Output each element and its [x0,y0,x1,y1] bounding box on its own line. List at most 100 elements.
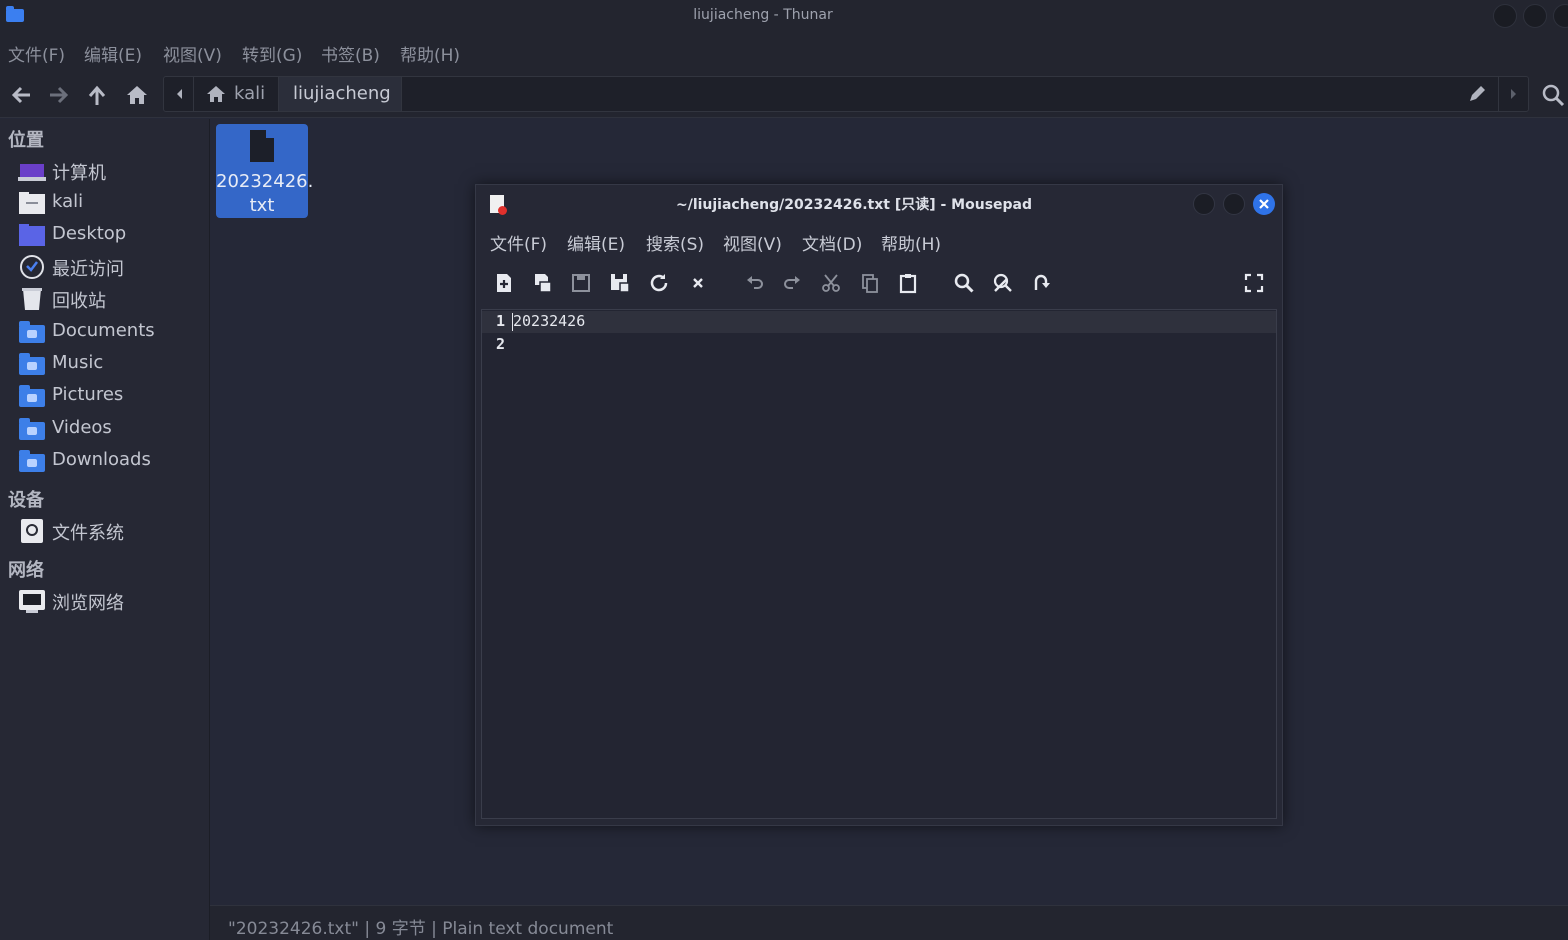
breadcrumb-liujiacheng[interactable]: liujiacheng [278,77,402,111]
redo-icon[interactable] [780,271,804,295]
file-name-ext: txt [249,195,275,216]
breadcrumb-label: kali [234,83,266,104]
status-bar: "20232426.txt" | 9 字节 | Plain text docum… [210,905,1568,940]
sidebar: 位置 计算机 kali Desktop 最近访问 回收站 Documents M… [0,119,210,940]
sidebar-item-videos[interactable]: Videos [0,414,209,444]
mp-menu-view[interactable]: 视图(V) [723,230,782,255]
mousepad-menubar: 文件(F) 编辑(E) 搜索(S) 视图(V) 文档(D) 帮助(H) [476,223,1282,259]
drive-icon [21,519,43,543]
thunar-toolbar: kali liujiacheng [0,72,1568,118]
undo-icon[interactable] [743,271,767,295]
mp-menu-search[interactable]: 搜索(S) [646,230,704,255]
save-icon[interactable] [569,271,593,295]
text-cursor [512,313,513,331]
menu-go[interactable]: 转到(G) [242,41,302,66]
window-title: liujiacheng - Thunar [693,7,833,23]
paste-icon[interactable] [896,271,920,295]
sidebar-item-browse-network[interactable]: 浏览网络 [0,586,209,616]
recent-icon [20,255,44,279]
save-as-icon[interactable] [608,271,632,295]
mousepad-maximize-button[interactable] [1223,193,1245,215]
minimize-button[interactable] [1493,4,1517,28]
sidebar-item-label: Documents [52,320,155,341]
sidebar-item-kali[interactable]: kali [0,188,209,218]
sidebar-item-computer[interactable]: 计算机 [0,156,209,186]
breadcrumb-kali[interactable]: kali [194,77,278,111]
sidebar-item-label: 计算机 [52,163,106,184]
thunar-menubar: 文件(F) 编辑(E) 视图(V) 转到(G) 书签(B) 帮助(H) [0,32,1568,72]
sidebar-item-documents[interactable]: Documents [0,317,209,347]
forward-arrow-icon[interactable] [46,82,72,108]
mp-menu-help[interactable]: 帮助(H) [881,230,941,255]
sidebar-item-pictures[interactable]: Pictures [0,381,209,411]
text-editor[interactable]: 1 20232426 2 [481,309,1277,819]
sidebar-item-music[interactable]: Music [0,349,209,379]
location-bar: kali liujiacheng [163,76,1529,112]
breadcrumb-label: liujiacheng [293,83,391,104]
line-number: 1 [496,312,506,330]
menu-file[interactable]: 文件(F) [8,41,65,66]
go-to-line-icon[interactable] [1029,271,1053,295]
menu-bookmarks[interactable]: 书签(B) [321,41,380,66]
sidebar-item-downloads[interactable]: Downloads [0,446,209,476]
fullscreen-icon[interactable] [1242,271,1266,295]
mousepad-titlebar: ~/liujiacheng/20232426.txt [只读] - Mousep… [476,185,1282,223]
status-text: "20232426.txt" | 9 字节 | Plain text docum… [228,919,614,939]
sidebar-header-network: 网络 [8,560,44,581]
sidebar-item-recent[interactable]: 最近访问 [0,252,209,282]
maximize-button[interactable] [1523,4,1547,28]
back-arrow-icon[interactable] [8,82,34,108]
pencil-icon[interactable] [1466,83,1488,105]
thunar-titlebar: liujiacheng - Thunar [0,0,1568,32]
mousepad-window: ~/liujiacheng/20232426.txt [只读] - Mousep… [475,184,1283,826]
sidebar-header-devices: 设备 [8,490,44,511]
sidebar-item-trash[interactable]: 回收站 [0,284,209,314]
sidebar-item-label: Music [52,352,104,373]
home-icon[interactable] [124,82,150,108]
line-text[interactable]: 20232426 [513,312,585,330]
close-button[interactable] [1553,4,1568,28]
close-icon [1259,199,1269,209]
trash-icon [22,288,42,310]
cut-icon[interactable] [819,271,843,295]
videos-folder-icon [18,416,46,442]
path-scroll-right[interactable] [1498,77,1528,111]
chevron-left-icon [177,89,182,99]
sidebar-item-label: 回收站 [52,291,106,312]
find-replace-icon[interactable] [991,271,1015,295]
sidebar-item-filesystem[interactable]: 文件系统 [0,516,209,546]
new-window-icon[interactable] [531,271,555,295]
close-document-icon[interactable] [686,271,710,295]
file-name: 20232426. [216,171,314,192]
path-scroll-left[interactable] [164,77,194,111]
network-icon [19,590,45,613]
sidebar-item-label: 最近访问 [52,259,124,280]
home-icon [207,86,225,102]
sidebar-item-label: Downloads [52,449,151,470]
menu-view[interactable]: 视图(V) [163,41,222,66]
sidebar-item-label: Pictures [52,384,124,405]
mp-menu-file[interactable]: 文件(F) [490,230,547,255]
sidebar-item-desktop[interactable]: Desktop [0,220,209,250]
mp-menu-edit[interactable]: 编辑(E) [567,230,625,255]
mp-menu-document[interactable]: 文档(D) [802,230,862,255]
copy-icon[interactable] [858,271,882,295]
up-arrow-icon[interactable] [84,82,110,108]
reload-icon[interactable] [647,271,671,295]
menu-help[interactable]: 帮助(H) [400,41,460,66]
find-icon[interactable] [952,271,976,295]
sidebar-item-label: 文件系统 [52,523,124,544]
mousepad-minimize-button[interactable] [1193,193,1215,215]
computer-icon [18,164,46,181]
sidebar-item-label: Videos [52,417,112,438]
search-icon[interactable] [1540,82,1566,108]
mousepad-toolbar [476,265,1282,301]
new-document-icon[interactable] [492,271,516,295]
menu-edit[interactable]: 编辑(E) [84,41,142,66]
pictures-folder-icon [18,383,46,409]
mousepad-close-button[interactable] [1253,193,1275,215]
chevron-right-icon [1511,89,1516,99]
current-line-highlight [482,311,1276,333]
desktop-icon [19,224,45,246]
file-item[interactable]: 20232426. txt [216,124,314,218]
